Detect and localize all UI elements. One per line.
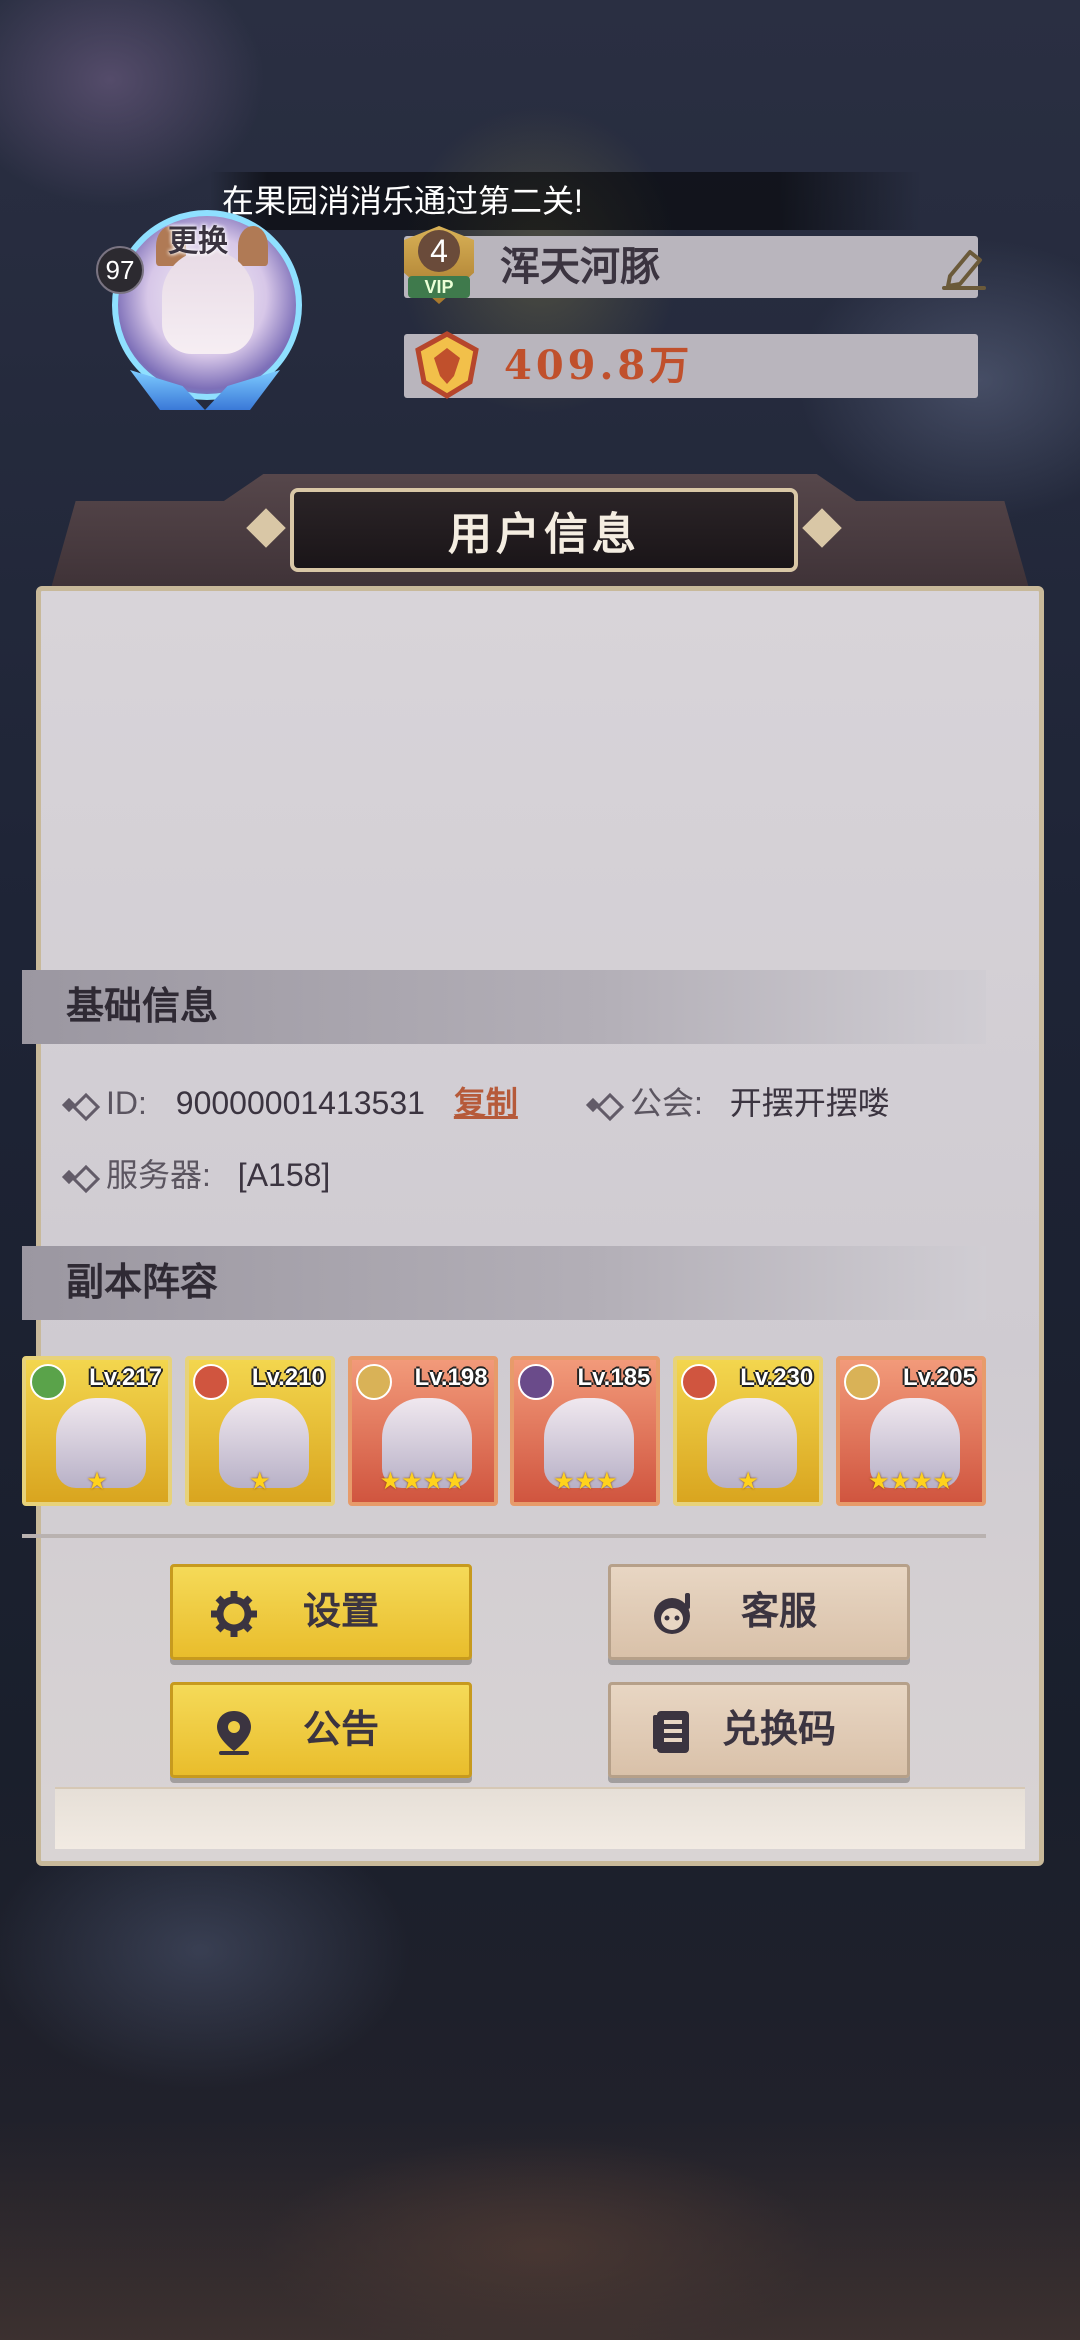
diamond-bullet-icon: [70, 1166, 92, 1188]
dialog-panel: [36, 586, 1044, 1866]
dialog-title-plate: 用户信息: [290, 488, 798, 572]
guild-label: 公会:: [630, 1085, 703, 1121]
id-label: ID:: [106, 1085, 147, 1121]
hero-element-icon: [681, 1364, 718, 1400]
hero-level: Lv.205: [903, 1364, 976, 1391]
section-divider: [22, 1534, 986, 1538]
hero-level: Lv.210: [251, 1364, 325, 1391]
settings-label: 设置: [302, 1591, 379, 1633]
hero-element-icon: [843, 1364, 880, 1400]
combat-power-icon: [412, 330, 482, 400]
hero-stars: ★: [249, 1468, 271, 1495]
hero-level: Lv.185: [577, 1364, 651, 1391]
hero-level: Lv.230: [740, 1364, 814, 1391]
hero-card[interactable]: Lv.198 ★★★★: [347, 1356, 498, 1506]
basic-info-title: 基础信息: [66, 986, 219, 1028]
avatar-portrait: [162, 250, 254, 354]
hero-stars: ★★★: [553, 1468, 618, 1495]
redeem-code-label: 兑换码: [721, 1709, 836, 1751]
server-row: 服务器: [A158]: [70, 1150, 330, 1200]
player-level-badge: 97: [96, 246, 144, 294]
settings-button[interactable]: 设置: [170, 1564, 472, 1660]
hero-level: Lv.217: [89, 1364, 162, 1391]
vip-tag: VIP: [408, 276, 470, 298]
hero-card[interactable]: Lv.205 ★★★★: [835, 1356, 986, 1506]
diamond-bullet-icon: [594, 1094, 616, 1116]
hero-level: Lv.198: [414, 1364, 488, 1391]
edit-name-button[interactable]: [936, 240, 992, 294]
lineup-title: 副本阵容: [66, 1262, 219, 1304]
hero-element-icon: [518, 1364, 555, 1400]
hero-card[interactable]: Lv.217 ★: [22, 1356, 172, 1506]
vip-badge: 4 VIP: [394, 220, 486, 312]
player-id-row: ID: 90000001413531 复制: [70, 1078, 518, 1128]
customer-service-label: 客服: [740, 1591, 817, 1633]
hero-lineup: Lv.217 ★ Lv.210 ★ Lv.198 ★★★★ Lv.185 ★★★ Lv.230 ★…: [22, 1356, 986, 1506]
vip-level: 4: [418, 230, 460, 272]
hero-stars: ★: [86, 1468, 108, 1495]
guild-value: 开摆开摆喽: [729, 1085, 890, 1121]
player-name-row: [404, 236, 978, 298]
hero-element-icon: [30, 1364, 66, 1400]
notice-label: 公告: [302, 1709, 379, 1751]
hero-stars: ★: [737, 1468, 759, 1495]
customer-service-button[interactable]: 客服: [608, 1564, 910, 1660]
panel-footer-decoration: [55, 1787, 1025, 1849]
hero-element-icon: [355, 1364, 392, 1400]
hero-card[interactable]: Lv.185 ★★★: [510, 1356, 661, 1506]
hero-element-icon: [192, 1364, 229, 1400]
basic-info-section-header: 基础信息: [22, 970, 986, 1044]
broadcast-banner: 在果园消消乐通过第二关!: [210, 172, 922, 230]
guild-row: 公会: 开摆开摆喽: [594, 1078, 890, 1128]
notice-button[interactable]: 公告: [170, 1682, 472, 1778]
dialog-title: 用户信息: [448, 510, 640, 559]
lineup-section-header: 副本阵容: [22, 1246, 986, 1320]
hero-stars: ★★★★: [867, 1468, 955, 1495]
pencil-icon: [942, 250, 986, 290]
server-label: 服务器:: [106, 1157, 211, 1193]
redeem-code-button[interactable]: 兑换码: [608, 1682, 910, 1778]
player-name: 浑天河豚: [500, 245, 660, 289]
hero-stars: ★★★★: [379, 1468, 466, 1495]
change-avatar-label[interactable]: 更换: [168, 216, 228, 260]
combat-power-value: 409.8万: [504, 342, 694, 389]
hero-card[interactable]: Lv.210 ★: [184, 1356, 335, 1506]
avatar-horn-right: [238, 226, 268, 266]
copy-id-link[interactable]: 复制: [454, 1085, 518, 1121]
id-value: 90000001413531: [175, 1085, 425, 1121]
server-value: [A158]: [237, 1157, 331, 1193]
hero-card[interactable]: Lv.230 ★: [673, 1356, 824, 1506]
diamond-bullet-icon: [70, 1094, 92, 1116]
